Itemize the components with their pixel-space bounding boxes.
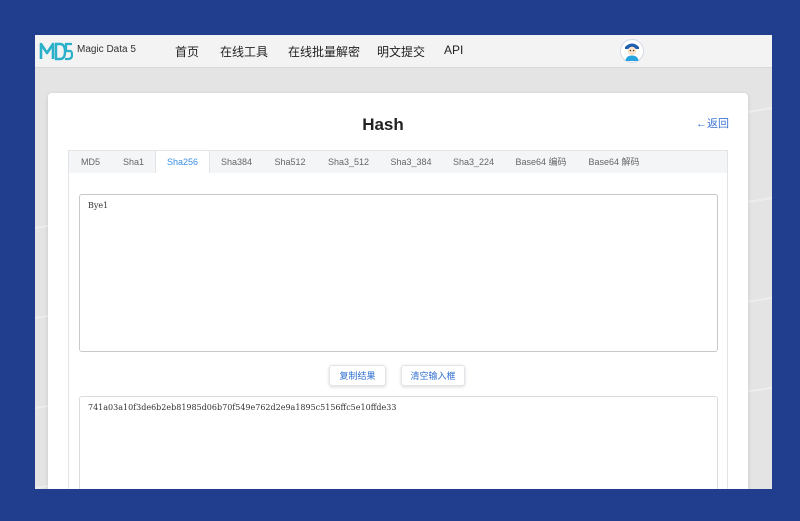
- nav-item-online-tools[interactable]: 在线工具: [220, 43, 268, 60]
- tab-sha384[interactable]: Sha384: [210, 151, 263, 173]
- tab-base64-decode[interactable]: Base64 解码: [577, 151, 651, 173]
- hash-type-tabs: MD5 Sha1 Sha256 Sha384 Sha512 Sha3_512 S…: [68, 150, 728, 174]
- back-link[interactable]: ←返回: [696, 115, 729, 131]
- tab-sha256[interactable]: Sha256: [155, 151, 210, 174]
- nav-item-home[interactable]: 首页: [175, 43, 199, 60]
- hash-tool-card: Hash ←返回 MD5 Sha1 Sha256 Sha384 Sha512 S…: [48, 93, 748, 489]
- nav-item-batch-decrypt[interactable]: 在线批量解密: [288, 43, 360, 60]
- nav-item-api[interactable]: API: [444, 43, 463, 57]
- clear-input-button[interactable]: 清空输入框: [401, 365, 465, 386]
- tab-sha3-224[interactable]: Sha3_224: [442, 151, 505, 173]
- tab-panel: Bye1 复制结果 清空输入框 741a03a10f3de6b2eb81985d…: [68, 173, 728, 489]
- tab-sha1[interactable]: Sha1: [112, 151, 155, 173]
- browser-viewport: Magic Data 5 首页 在线工具 在线批量解密 明文提交 API Has…: [35, 35, 772, 489]
- hash-input-textarea[interactable]: Bye1: [79, 194, 718, 352]
- nav-item-submit-plaintext[interactable]: 明文提交: [377, 43, 425, 60]
- page-title: Hash: [362, 115, 404, 134]
- tab-sha3-384[interactable]: Sha3_384: [380, 151, 442, 173]
- tab-base64-encode[interactable]: Base64 编码: [505, 151, 577, 173]
- tab-md5[interactable]: MD5: [69, 151, 112, 173]
- md5-logo-icon[interactable]: [39, 40, 73, 62]
- tab-sha512[interactable]: Sha512: [263, 151, 317, 173]
- tab-sha3-512[interactable]: Sha3_512: [317, 151, 380, 173]
- hash-output-textarea[interactable]: 741a03a10f3de6b2eb81985d06b70f549e762d2e…: [79, 396, 718, 489]
- brand-name[interactable]: Magic Data 5: [77, 44, 136, 55]
- copy-result-button[interactable]: 复制结果: [329, 365, 386, 386]
- top-navbar: Magic Data 5 首页 在线工具 在线批量解密 明文提交 API: [35, 35, 772, 68]
- user-avatar-icon[interactable]: [620, 39, 644, 63]
